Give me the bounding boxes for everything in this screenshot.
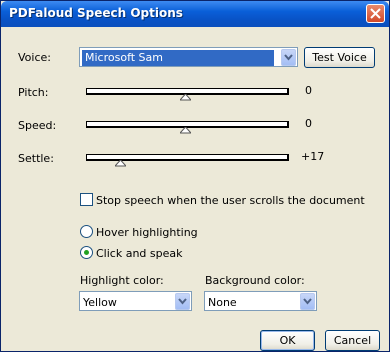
- radio-selected-dot: [84, 250, 89, 255]
- pitch-slider[interactable]: 0: [86, 84, 326, 104]
- speed-slider[interactable]: 0: [86, 117, 326, 137]
- hover-highlighting-label: Hover highlighting: [96, 226, 198, 239]
- close-icon: [370, 8, 381, 19]
- click-and-speak-radio[interactable]: [80, 246, 93, 259]
- ok-button[interactable]: OK: [260, 330, 315, 351]
- background-color-value: None: [208, 296, 237, 309]
- stop-speech-label: Stop speech when the user scrolls the do…: [96, 194, 365, 207]
- background-color-select[interactable]: None: [204, 291, 317, 311]
- highlight-color-dropdown-button[interactable]: [175, 293, 190, 310]
- speed-value: 0: [305, 117, 312, 130]
- voice-select-value: Microsoft Sam: [82, 50, 274, 66]
- pitch-value: 0: [305, 84, 312, 97]
- speech-options-dialog: PDFaloud Speech Options Voice: Microsoft…: [0, 0, 390, 352]
- dialog-title: PDFaloud Speech Options: [9, 6, 183, 20]
- close-button[interactable]: [366, 4, 385, 23]
- chevron-down-icon: [178, 298, 187, 305]
- voice-select[interactable]: Microsoft Sam: [79, 47, 298, 67]
- stop-speech-checkbox[interactable]: [80, 193, 93, 206]
- click-and-speak-label: Click and speak: [96, 247, 183, 260]
- pitch-label: Pitch:: [18, 86, 49, 99]
- speed-label: Speed:: [18, 119, 57, 132]
- cancel-button[interactable]: Cancel: [325, 330, 380, 351]
- voice-label: Voice:: [18, 51, 51, 64]
- settle-slider[interactable]: +17: [86, 150, 336, 170]
- test-voice-button[interactable]: Test Voice: [304, 47, 375, 68]
- highlight-color-select[interactable]: Yellow: [79, 291, 192, 311]
- settle-label: Settle:: [18, 152, 54, 165]
- voice-dropdown-button[interactable]: [281, 49, 296, 66]
- highlight-color-value: Yellow: [83, 296, 117, 309]
- chevron-down-icon: [303, 298, 312, 305]
- background-color-label: Background color:: [205, 274, 305, 287]
- pitch-slider-thumb[interactable]: [180, 94, 191, 101]
- title-bar: PDFaloud Speech Options: [1, 1, 389, 27]
- speed-slider-thumb[interactable]: [180, 127, 191, 134]
- chevron-down-icon: [284, 54, 293, 61]
- settle-value: +17: [301, 150, 325, 163]
- highlight-color-label: Highlight color:: [80, 274, 164, 287]
- hover-highlighting-radio[interactable]: [80, 225, 93, 238]
- background-color-dropdown-button[interactable]: [300, 293, 315, 310]
- settle-slider-thumb[interactable]: [115, 160, 126, 167]
